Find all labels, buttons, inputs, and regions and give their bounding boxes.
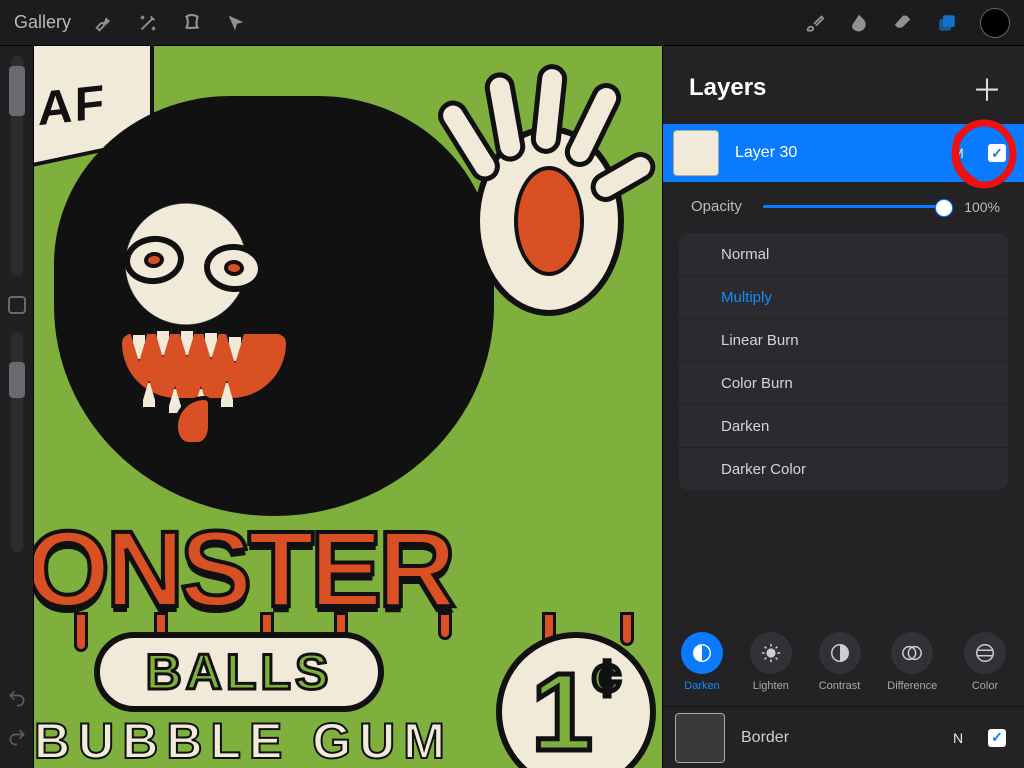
layer-thumbnail — [673, 130, 719, 176]
canvas-area[interactable]: AF ® ONSTER BAL — [34, 46, 662, 768]
undo-icon[interactable] — [7, 688, 27, 713]
panel-title: Layers — [689, 74, 766, 102]
color-picker-icon[interactable] — [980, 8, 1010, 38]
blend-category-darken[interactable]: Darken — [681, 632, 723, 692]
layer-blend-letter[interactable]: N — [950, 730, 966, 746]
artwork: AF ® ONSTER BAL — [34, 46, 662, 768]
modify-button[interactable] — [8, 296, 26, 314]
add-layer-button[interactable]: ＋ — [972, 66, 1002, 110]
brush-size-slider[interactable] — [11, 56, 23, 276]
layers-icon[interactable] — [936, 12, 958, 34]
blend-mode-option[interactable]: Multiply — [679, 276, 1008, 318]
layer-name[interactable]: Layer 30 — [735, 144, 934, 162]
layer-row[interactable]: Border N — [663, 706, 1024, 768]
contrast-icon — [819, 632, 861, 674]
layer-name[interactable]: Border — [741, 729, 934, 747]
blend-category-contrast[interactable]: Contrast — [819, 632, 861, 692]
layers-panel: Layers ＋ Layer 30 M Opacity 100% NormalM… — [662, 46, 1024, 768]
selection-icon[interactable] — [181, 12, 203, 34]
blend-mode-option[interactable]: Darken — [679, 405, 1008, 447]
left-sidebar — [0, 46, 34, 768]
brush-icon[interactable] — [804, 12, 826, 34]
blend-mode-option[interactable]: Normal — [679, 233, 1008, 275]
darken-icon — [681, 632, 723, 674]
blend-category-lighten[interactable]: Lighten — [750, 632, 792, 692]
layer-row-selected[interactable]: Layer 30 M — [663, 124, 1024, 182]
smudge-icon[interactable] — [848, 12, 870, 34]
blend-mode-option[interactable]: Darker Color — [679, 448, 1008, 490]
blend-category-difference[interactable]: Difference — [887, 632, 937, 692]
blend-mode-list: NormalMultiplyLinear BurnColor BurnDarke… — [663, 225, 1024, 499]
color-icon — [964, 632, 1006, 674]
blend-category-color[interactable]: Color — [964, 632, 1006, 692]
blend-category-row: Darken Lighten Contrast Difference Color — [663, 622, 1024, 706]
opacity-slider[interactable] — [763, 205, 946, 208]
top-toolbar: Gallery — [0, 0, 1024, 46]
layer-thumbnail — [675, 713, 725, 763]
wrench-icon[interactable] — [93, 12, 115, 34]
redo-icon[interactable] — [7, 727, 27, 752]
magic-wand-icon[interactable] — [137, 12, 159, 34]
eraser-icon[interactable] — [892, 12, 914, 34]
layer-visibility-checkbox[interactable] — [988, 144, 1006, 162]
layer-blend-letter[interactable]: M — [950, 145, 966, 161]
difference-icon — [891, 632, 933, 674]
gallery-button[interactable]: Gallery — [14, 12, 71, 33]
layer-visibility-checkbox[interactable] — [988, 729, 1006, 747]
blend-mode-option[interactable]: Color Burn — [679, 362, 1008, 404]
move-cursor-icon[interactable] — [225, 12, 247, 34]
opacity-row: Opacity 100% — [663, 182, 1024, 225]
brush-opacity-slider[interactable] — [11, 332, 23, 552]
blend-mode-option[interactable]: Linear Burn — [679, 319, 1008, 361]
opacity-value: 100% — [960, 199, 1000, 215]
opacity-label: Opacity — [691, 198, 749, 215]
lighten-icon — [750, 632, 792, 674]
